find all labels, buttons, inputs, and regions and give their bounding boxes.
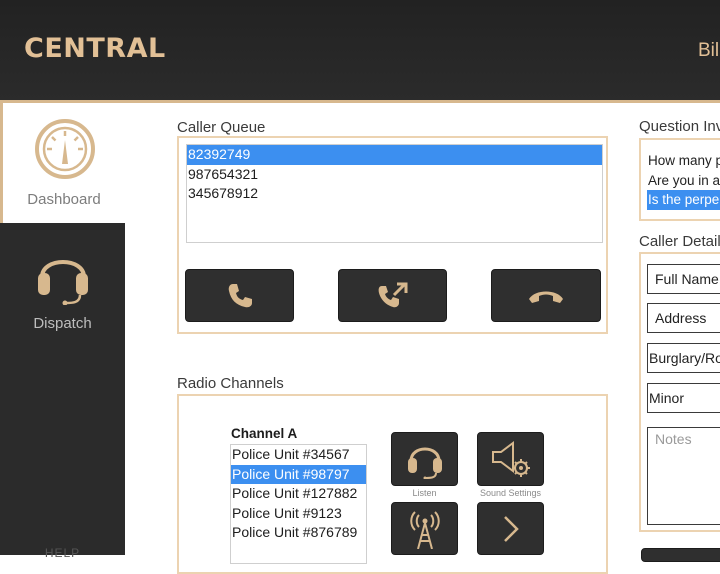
incident-type-field[interactable]: Burglary/Ro (647, 343, 720, 373)
list-item[interactable]: Police Unit #34567 (231, 445, 366, 465)
channel-unit-list[interactable]: Police Unit #34567 Police Unit #98797 Po… (230, 444, 367, 564)
broadcast-button[interactable] (391, 502, 458, 555)
brand-logo: CENTRAL (24, 33, 166, 64)
severity-field[interactable]: Minor (647, 383, 720, 413)
submit-button[interactable] (641, 548, 720, 562)
user-name[interactable]: Bil (698, 40, 719, 62)
next-channel-button[interactable] (477, 502, 544, 555)
phone-forward-icon (378, 282, 407, 307)
caller-queue-list[interactable]: 82392749 987654321 345678912 (186, 144, 603, 243)
answer-call-button[interactable] (185, 269, 294, 322)
caller-details-title: Caller Detail (639, 233, 720, 250)
list-item[interactable]: How many p (647, 151, 720, 171)
address-field[interactable]: Address (647, 303, 720, 333)
speaker-gear-icon (491, 441, 530, 477)
sidebar-item-dashboard[interactable]: Dashboard (0, 103, 125, 223)
sound-settings-label: Sound Settings (479, 488, 542, 498)
chevron-right-icon (503, 515, 519, 542)
radio-tower-icon (409, 510, 440, 549)
sidebar: Dashboard Dispatch HELP (0, 103, 125, 560)
sound-settings-button[interactable] (477, 432, 544, 486)
list-item[interactable]: 987654321 (187, 165, 602, 185)
headset-icon (38, 260, 88, 305)
phone-icon (228, 283, 252, 307)
listen-button[interactable] (391, 432, 458, 486)
sidebar-item-label: Dashboard (27, 191, 101, 208)
channel-title: Channel A (231, 426, 298, 441)
sidebar-item-label: Dispatch (33, 315, 92, 332)
phone-hangup-icon (529, 291, 563, 303)
list-item[interactable]: Are you in a (647, 171, 720, 191)
radio-channels-title: Radio Channels (177, 375, 284, 392)
transfer-call-button[interactable] (338, 269, 447, 322)
sidebar-item-dispatch[interactable]: Dispatch (0, 223, 125, 343)
hang-up-button[interactable] (491, 269, 601, 322)
list-item[interactable]: Police Unit #127882 (231, 484, 366, 504)
list-item[interactable]: Is the perpe (647, 190, 720, 210)
notes-field[interactable]: Notes (647, 427, 720, 525)
questions-title: Question Inv (639, 118, 720, 135)
listen-label: Listen (412, 488, 437, 498)
top-bar: CENTRAL Bil (0, 0, 720, 103)
list-item[interactable]: Police Unit #876789 (231, 523, 366, 543)
gauge-icon (35, 119, 95, 179)
full-name-field[interactable]: Full Name (647, 264, 720, 294)
questions-list[interactable]: How many p Are you in a Is the perpe (647, 151, 720, 213)
list-item[interactable]: Police Unit #9123 (231, 504, 366, 524)
list-item[interactable]: 82392749 (187, 145, 602, 165)
caller-queue-title: Caller Queue (177, 119, 266, 136)
headset-icon (407, 447, 442, 479)
sidebar-item-help[interactable]: HELP (0, 546, 125, 560)
list-item[interactable]: Police Unit #98797 (231, 464, 366, 484)
list-item[interactable]: 345678912 (187, 184, 602, 204)
